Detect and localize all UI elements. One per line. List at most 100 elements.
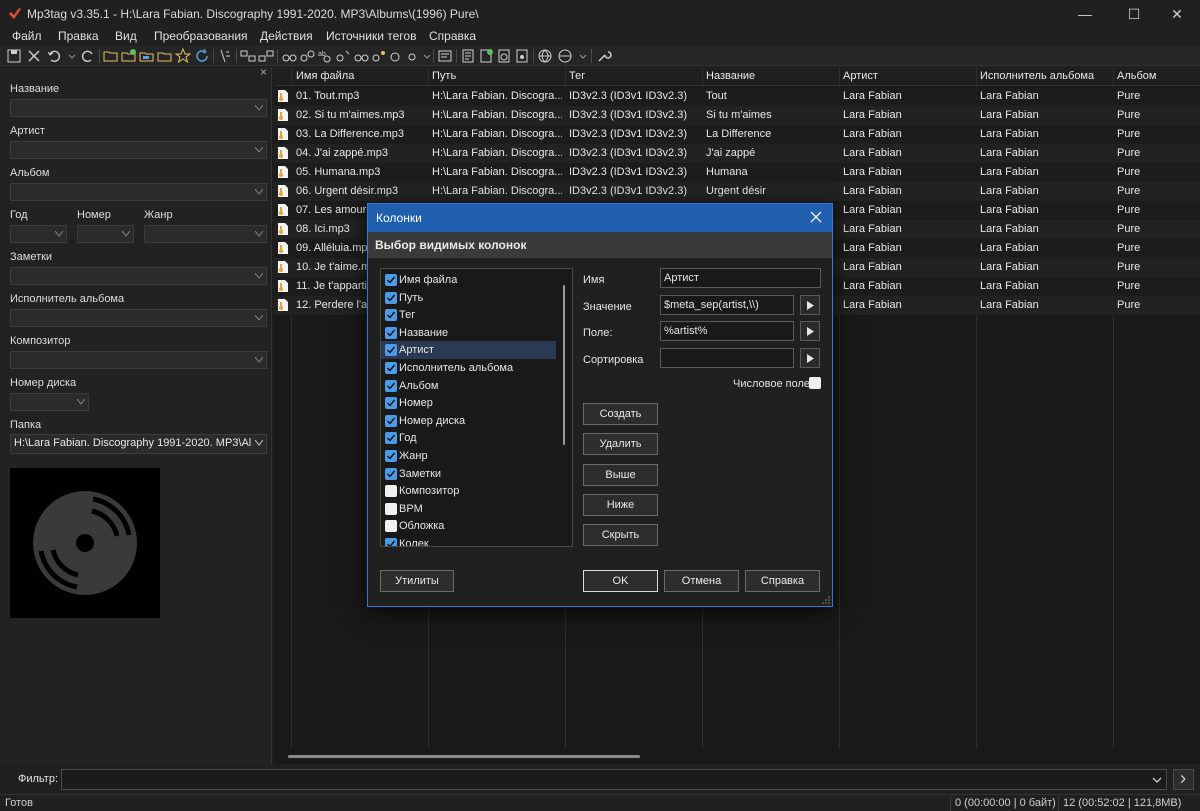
- column-checkbox[interactable]: [385, 520, 397, 533]
- composer-combo[interactable]: [10, 351, 267, 369]
- table-row[interactable]: 06. Urgent désir.mp3 H:\Lara Fabian. Disc…: [274, 182, 1200, 201]
- add-folder-icon[interactable]: [121, 48, 137, 64]
- table-row[interactable]: 01. Tout.mp3 H:\Lara Fabian. Discogra... I…: [274, 87, 1200, 106]
- tag-to-tag-icon[interactable]: [299, 48, 315, 64]
- menu-edit[interactable]: Правка: [58, 29, 99, 43]
- tag-panel-close-icon[interactable]: ×: [260, 65, 267, 79]
- actions-dropdown-icon[interactable]: [405, 48, 417, 64]
- horizontal-scrollbar[interactable]: [288, 755, 640, 758]
- column-checkbox[interactable]: [385, 344, 397, 357]
- column-checkbox[interactable]: [385, 362, 397, 374]
- columns-list[interactable]: Имя файла Путь Тег Название Артист Исполнител…: [380, 268, 573, 547]
- column-checkbox[interactable]: [385, 502, 397, 515]
- redo-icon[interactable]: [80, 48, 96, 64]
- column-list-item[interactable]: Колек: [381, 535, 556, 546]
- column-list-item[interactable]: Композитор: [381, 482, 556, 500]
- column-checkbox[interactable]: [385, 397, 397, 410]
- name-input[interactable]: Артист: [660, 268, 821, 288]
- column-list-item[interactable]: Альбом: [381, 377, 556, 395]
- hide-button[interactable]: Скрыть: [583, 524, 658, 546]
- header-album-artist[interactable]: Исполнитель альбома: [980, 70, 1094, 82]
- filter-go-button[interactable]: [1173, 769, 1194, 790]
- favorite-star-icon[interactable]: [175, 48, 191, 64]
- filename-to-tag-icon[interactable]: [258, 48, 274, 64]
- utilities-button[interactable]: Утилиты: [380, 570, 454, 592]
- column-list-item[interactable]: Имя файла: [381, 271, 556, 289]
- extended-tags-icon[interactable]: [460, 48, 476, 64]
- column-checkbox[interactable]: [385, 309, 397, 322]
- menu-convert[interactable]: Преобразования: [154, 29, 248, 43]
- source-dropdown-arrow-icon[interactable]: [575, 48, 587, 64]
- column-checkbox[interactable]: [385, 291, 397, 304]
- cover-add-icon[interactable]: [478, 48, 494, 64]
- menu-help[interactable]: Справка: [429, 29, 476, 43]
- column-list-item[interactable]: Название: [381, 324, 556, 342]
- column-checkbox[interactable]: [385, 432, 397, 445]
- header-artist[interactable]: Артист: [843, 70, 878, 82]
- playlist-icon[interactable]: [139, 48, 155, 64]
- close-window-button[interactable]: ✕: [1154, 0, 1200, 28]
- menu-view[interactable]: Вид: [115, 29, 137, 43]
- actions-icon[interactable]: ab: [317, 48, 333, 64]
- header-album[interactable]: Альбом: [1117, 70, 1156, 82]
- column-list-item[interactable]: Артист: [381, 341, 556, 360]
- column-checkbox[interactable]: [385, 538, 397, 546]
- artist-combo[interactable]: [10, 141, 267, 159]
- move-down-button[interactable]: Ниже: [583, 494, 658, 516]
- column-checkbox[interactable]: [385, 326, 397, 339]
- tag-panel-icon[interactable]: [437, 48, 453, 64]
- help-button[interactable]: Справка: [745, 570, 820, 592]
- field-input[interactable]: %artist%: [660, 321, 794, 341]
- ok-button[interactable]: OK: [583, 570, 658, 592]
- value-input[interactable]: $meta_sep(artist,\\): [660, 295, 794, 315]
- track-combo[interactable]: [77, 225, 134, 243]
- actions-group-icon[interactable]: [371, 48, 387, 64]
- sort-input[interactable]: [660, 348, 794, 368]
- dropdown-arrow-icon[interactable]: [419, 48, 431, 64]
- column-checkbox[interactable]: [385, 485, 397, 498]
- header-tag[interactable]: Тег: [569, 70, 585, 82]
- cover-export-icon[interactable]: [496, 48, 512, 64]
- table-row[interactable]: 04. J'ai zappé.mp3 H:\Lara Fabian. Discog…: [274, 144, 1200, 163]
- delete-button[interactable]: Удалить: [583, 433, 658, 455]
- value-insert-button[interactable]: [800, 295, 820, 315]
- cover-art[interactable]: [10, 468, 160, 618]
- column-checkbox[interactable]: [385, 450, 397, 462]
- column-list-item[interactable]: BPM: [381, 500, 556, 518]
- filter-input[interactable]: [61, 769, 1167, 790]
- comment-combo[interactable]: [10, 267, 267, 285]
- folder-combo[interactable]: H:\Lara Fabian. Discography 1991-2020. M…: [10, 434, 267, 454]
- refresh-icon[interactable]: [194, 48, 210, 64]
- options-wrench-icon[interactable]: [596, 48, 612, 64]
- numeric-field-checkbox[interactable]: [809, 377, 821, 389]
- action-run-icon[interactable]: [389, 48, 405, 64]
- column-list-item[interactable]: Год: [381, 429, 556, 447]
- resize-grip-icon[interactable]: [822, 596, 830, 604]
- column-list-item[interactable]: Номер: [381, 394, 556, 412]
- column-list-item[interactable]: Путь: [381, 289, 556, 307]
- header-title[interactable]: Название: [706, 70, 755, 82]
- album-artist-combo[interactable]: [10, 309, 267, 327]
- menu-file[interactable]: Файл: [12, 29, 42, 43]
- title-combo[interactable]: [10, 99, 267, 117]
- undo-icon[interactable]: [46, 48, 62, 64]
- create-button[interactable]: Создать: [583, 403, 658, 425]
- year-combo[interactable]: [10, 225, 67, 243]
- maximize-button[interactable]: ☐: [1111, 0, 1157, 28]
- move-up-button[interactable]: Выше: [583, 464, 658, 486]
- save-icon[interactable]: [6, 48, 22, 64]
- open-folder-icon[interactable]: [103, 48, 119, 64]
- column-list-item[interactable]: Заметки: [381, 465, 556, 483]
- tag-to-filename-icon[interactable]: [240, 48, 256, 64]
- column-checkbox[interactable]: [385, 379, 397, 392]
- sort-insert-button[interactable]: [800, 348, 820, 368]
- menu-tag-sources[interactable]: Источники тегов: [326, 29, 416, 43]
- field-insert-button[interactable]: [800, 321, 820, 341]
- column-list-item[interactable]: Обложка: [381, 517, 556, 535]
- export-icon[interactable]: [353, 48, 369, 64]
- column-list-item[interactable]: Жанр: [381, 447, 556, 465]
- cover-remove-icon[interactable]: [514, 48, 530, 64]
- column-checkbox[interactable]: [385, 274, 397, 286]
- web-source-icon[interactable]: [537, 48, 553, 64]
- album-combo[interactable]: [10, 183, 267, 201]
